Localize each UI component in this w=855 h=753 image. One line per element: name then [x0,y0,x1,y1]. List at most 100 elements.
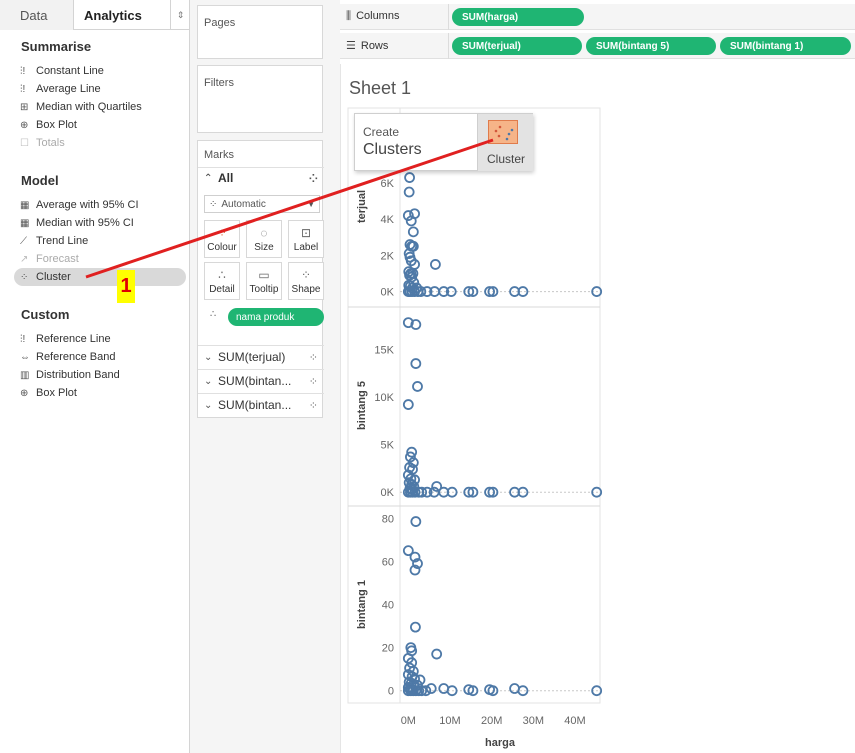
marks-measure-row[interactable]: ⌄ SUM(terjual) ⁘ [198,346,324,368]
divider [448,33,449,59]
item-label: Cluster [36,271,71,283]
item-median-quartiles[interactable]: ⊞ Median with Quartiles [20,98,142,116]
bar-line-icon: ⫶! [20,83,26,95]
shape-button[interactable]: ⁘ Shape [288,262,324,300]
chevron-down-icon: ⌄ [204,399,213,411]
y-tick-label: 4K [381,214,395,226]
section-summarise: Summarise [21,39,92,54]
pages-card[interactable]: Pages [197,5,323,59]
chevron-down-icon: ⌄ [204,375,213,387]
item-label: Average with 95% CI [36,199,139,211]
item-label: Median with 95% CI [36,217,134,229]
section-custom: Custom [21,307,70,322]
marks-measure-label: SUM(terjual) [218,350,286,364]
create-cluster-label: Cluster [486,152,525,166]
x-tick-label: 10M [439,715,460,727]
rows-shelf[interactable]: ☰ Rows SUM(terjual) SUM(bintang 5) SUM(bi… [340,33,855,59]
colour-label: Colour [207,242,237,253]
size-icon: ◌ [260,226,268,240]
cluster-icon: ⁘ [20,271,29,283]
pill-sum-bintang-1[interactable]: SUM(bintang 1) [720,37,851,55]
item-label: Reference Line [36,333,111,345]
cluster-drop-target[interactable]: Create Clusters Cluster [354,113,533,171]
pill-sum-bintang-5[interactable]: SUM(bintang 5) [586,37,716,55]
scatter-point[interactable] [425,683,437,694]
scatter-point[interactable] [410,516,422,527]
label-icon: ⊡ [300,226,312,240]
mark-type-dropdown[interactable]: ⁘ Automatic ▼ [204,195,320,213]
pill-sum-terjual[interactable]: SUM(terjual) [452,37,582,55]
size-button[interactable]: ◌ Size [246,220,282,258]
item-box-plot[interactable]: ⊕ Box Plot [20,116,77,134]
item-label: Totals [36,137,65,149]
scatter-point[interactable] [431,648,443,660]
item-average-line[interactable]: ⫶! Average Line [20,80,101,98]
item-totals: ☐ Totals [20,134,65,152]
item-label: Median with Quartiles [36,101,142,113]
y-axis-label: bintang 5 [356,381,368,430]
item-label: Distribution Band [36,369,120,381]
detail-pill-nama-produk[interactable]: nama produk [228,308,324,326]
scatter-point[interactable] [407,226,419,238]
colour-button[interactable]: ⁘ Colour [204,220,240,258]
item-label: Box Plot [36,119,77,131]
item-average-ci[interactable]: ▦ Average with 95% CI [20,196,139,214]
y-tick-label: 60 [382,556,394,568]
forecast-icon: ↗ [20,253,29,265]
y-axis-label: bintang 1 [356,580,368,629]
item-reference-line[interactable]: ⫶! Reference Line [20,330,111,348]
item-constant-line[interactable]: ⫶! Constant Line [20,62,104,80]
item-distribution-band[interactable]: ▥ Distribution Band [20,366,120,384]
scatter-point[interactable] [412,381,423,392]
analytics-pane: Data Analytics ⇕ Summarise ⫶! Constant L… [0,0,190,753]
scatter-point[interactable] [410,358,422,369]
marks-measure-row[interactable]: ⌄ SUM(bintan... ⁘ [198,394,324,416]
tab-analytics[interactable]: Analytics [74,0,170,30]
multi-measure-icon: ⁘ [308,172,318,185]
scatter-plot[interactable]: 0K 2K 4K 6K terjual 0K 5K 10K 15K bintang 5 0 20 40 6… [340,100,855,753]
item-trend-line[interactable]: ⟋ Trend Line [20,232,88,250]
band-icon: ⇔ [20,351,30,363]
item-cluster[interactable]: ⁘ Cluster [14,268,186,286]
marks-measure-row[interactable]: ⌄ SUM(bintan... ⁘ [198,370,324,392]
marks-all-row[interactable]: ⌃ All ⁘ [198,167,324,189]
scatter-point[interactable] [410,621,421,633]
y-tick-label: 15K [374,344,394,356]
multi-measure-icon: ⁘ [308,351,318,364]
filters-card-title: Filters [204,77,234,89]
scatter-point[interactable] [517,685,529,697]
sheet-title: Sheet 1 [349,78,412,98]
columns-label: Columns [356,10,400,22]
pane-toggle-icon[interactable]: ⇕ [170,0,190,30]
columns-shelf[interactable]: ⫼ Columns SUM(harga) [340,4,855,30]
y-tick-label: 0K [381,487,395,499]
scatter-point[interactable] [430,259,441,270]
scatter-point[interactable] [404,172,415,183]
item-label: Box Plot [36,387,77,399]
label-button[interactable]: ⊡ Label [288,220,324,258]
multi-measure-icon: ⁘ [308,399,318,412]
size-label: Size [254,242,274,253]
bar-line-icon: ⫶! [20,65,26,77]
x-tick-label: 30M [523,715,544,727]
ci-icon: ▦ [20,217,30,229]
mark-type-value: Automatic [221,198,266,210]
item-median-ci[interactable]: ▦ Median with 95% CI [20,214,134,232]
create-cluster-button[interactable]: Cluster [477,114,533,171]
scatter-point[interactable] [403,186,415,198]
ci-icon: ▦ [20,199,30,211]
multi-measure-icon: ⁘ [308,375,318,388]
detail-icon: ∴ [218,268,226,282]
detail-label: Detail [209,284,235,295]
scatter-point[interactable] [402,399,414,410]
quartile-icon: ⊞ [20,101,29,113]
y-tick-label: 6K [381,178,395,190]
item-box-plot-custom[interactable]: ⊕ Box Plot [20,384,77,402]
detail-button[interactable]: ∴ Detail [204,262,240,300]
filters-card[interactable]: Filters [197,65,323,133]
tooltip-button[interactable]: ▭ Tooltip [246,262,282,300]
item-reference-band[interactable]: ⇔ Reference Band [20,348,116,366]
y-tick-label: 10K [374,392,394,404]
pill-sum-harga[interactable]: SUM(harga) [452,8,584,26]
tab-data[interactable]: Data [0,0,74,30]
